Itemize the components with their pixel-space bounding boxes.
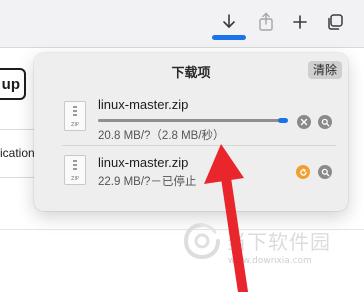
- download-progress-bar: [98, 119, 288, 122]
- download-active-indicator: [212, 35, 246, 40]
- share-icon[interactable]: [254, 10, 278, 34]
- clear-button[interactable]: 清除: [308, 61, 342, 79]
- download-item[interactable]: ZIP linux-master.zip 22.9 MB/?－已停止: [34, 153, 348, 203]
- download-filename: linux-master.zip: [98, 97, 189, 112]
- plus-icon[interactable]: [288, 10, 312, 34]
- download-progress-indicator: [278, 118, 288, 123]
- watermark-url: www.downxia.com: [228, 256, 312, 266]
- browser-toolbar: [0, 0, 364, 48]
- download-status: 22.9 MB/?－已停止: [98, 176, 197, 188]
- tabs-overview-icon[interactable]: [323, 10, 347, 34]
- download-status: 20.8 MB/?（2.8 MB/秒）: [98, 130, 225, 142]
- watermark-brand: 当下软件园: [226, 230, 331, 254]
- download-filename: linux-master.zip: [98, 155, 189, 170]
- zip-file-icon: ZIP: [64, 155, 86, 185]
- magnifier-icon[interactable]: [318, 115, 332, 129]
- magnifier-icon[interactable]: [318, 165, 332, 179]
- stop-download-icon[interactable]: [297, 115, 311, 129]
- resume-download-icon[interactable]: [296, 165, 310, 179]
- downloads-popover: 下载项 清除 ZIP linux-master.zip 20.8 MB/?（2.…: [34, 53, 348, 211]
- download-item[interactable]: ZIP linux-master.zip 20.8 MB/?（2.8 MB/秒）: [34, 93, 348, 143]
- divider: [62, 145, 336, 146]
- popover-title: 下载项: [171, 65, 211, 80]
- download-icon[interactable]: [217, 10, 241, 34]
- watermark-logo-icon: [183, 223, 220, 260]
- page-text-fragment: ication: [0, 146, 35, 160]
- zip-file-icon: ZIP: [64, 101, 86, 131]
- up-button[interactable]: up: [0, 68, 26, 100]
